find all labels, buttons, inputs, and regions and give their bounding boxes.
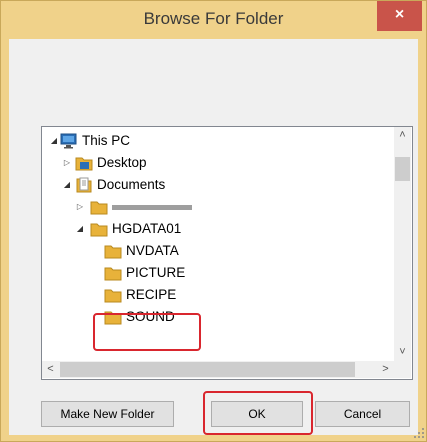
tree-item-label: RECIPE	[126, 287, 177, 302]
folder-tree[interactable]: ◢ This PC ▷ Desktop ◢ Documents ▷ ◢ HGDA…	[41, 126, 413, 380]
tree-item-desktop[interactable]: ▷ Desktop	[42, 152, 382, 174]
folder-icon	[104, 267, 122, 281]
tree-item-recipe[interactable]: RECIPE	[42, 284, 382, 306]
tree-item-this-pc[interactable]: ◢ This PC	[42, 130, 382, 152]
scroll-up-icon[interactable]: ˄	[394, 127, 411, 144]
tree-item-label: NVDATA	[126, 243, 179, 258]
desktop-folder-icon	[75, 157, 93, 171]
tree-item-label: HGDATA01	[112, 221, 182, 236]
expanded-arrow-icon[interactable]: ◢	[49, 130, 59, 152]
collapsed-arrow-icon[interactable]: ▷	[62, 152, 72, 174]
dialog-title: Browse For Folder	[143, 9, 284, 28]
vertical-scrollbar[interactable]: ˄ ˅	[394, 127, 411, 361]
tree-item-hgdata01[interactable]: ◢ HGDATA01	[42, 218, 382, 240]
resize-grip-icon[interactable]	[413, 427, 425, 439]
recipe-highlight-box	[93, 313, 201, 351]
pc-icon	[60, 133, 77, 149]
scroll-right-icon[interactable]: >	[377, 361, 394, 378]
tree-item-label: Desktop	[97, 155, 147, 170]
tree-item-label: PICTURE	[126, 265, 186, 280]
browse-folder-dialog: Browse For Folder × ◢ This PC ▷ Desktop …	[0, 0, 427, 442]
tree-item-redacted-folder[interactable]: ▷	[42, 196, 382, 218]
scrollbar-corner	[394, 361, 411, 378]
scroll-down-icon[interactable]: ˅	[394, 344, 411, 361]
collapsed-arrow-icon[interactable]: ▷	[75, 196, 85, 218]
folder-icon	[104, 289, 122, 303]
expanded-arrow-icon[interactable]: ◢	[75, 218, 85, 240]
folder-icon	[90, 201, 108, 215]
tree-item-documents[interactable]: ◢ Documents	[42, 174, 382, 196]
documents-icon	[76, 177, 92, 193]
cancel-button[interactable]: Cancel	[315, 401, 410, 427]
tree-item-picture[interactable]: PICTURE	[42, 262, 382, 284]
folder-icon	[104, 245, 122, 259]
make-new-folder-button[interactable]: Make New Folder	[41, 401, 174, 427]
vertical-scroll-thumb[interactable]	[395, 157, 410, 181]
title-bar: Browse For Folder ×	[1, 1, 426, 39]
expanded-arrow-icon[interactable]: ◢	[62, 174, 72, 196]
horizontal-scrollbar[interactable]: < >	[42, 361, 394, 378]
horizontal-scroll-thumb[interactable]	[60, 362, 355, 377]
folder-icon	[90, 223, 108, 237]
tree-item-label: Documents	[97, 177, 166, 192]
tree-item-nvdata[interactable]: NVDATA	[42, 240, 382, 262]
scroll-left-icon[interactable]: <	[42, 361, 59, 378]
close-button[interactable]: ×	[377, 1, 422, 31]
redacted-label	[112, 205, 192, 210]
tree-item-label: This PC	[82, 133, 131, 148]
ok-highlight-box	[203, 391, 313, 435]
